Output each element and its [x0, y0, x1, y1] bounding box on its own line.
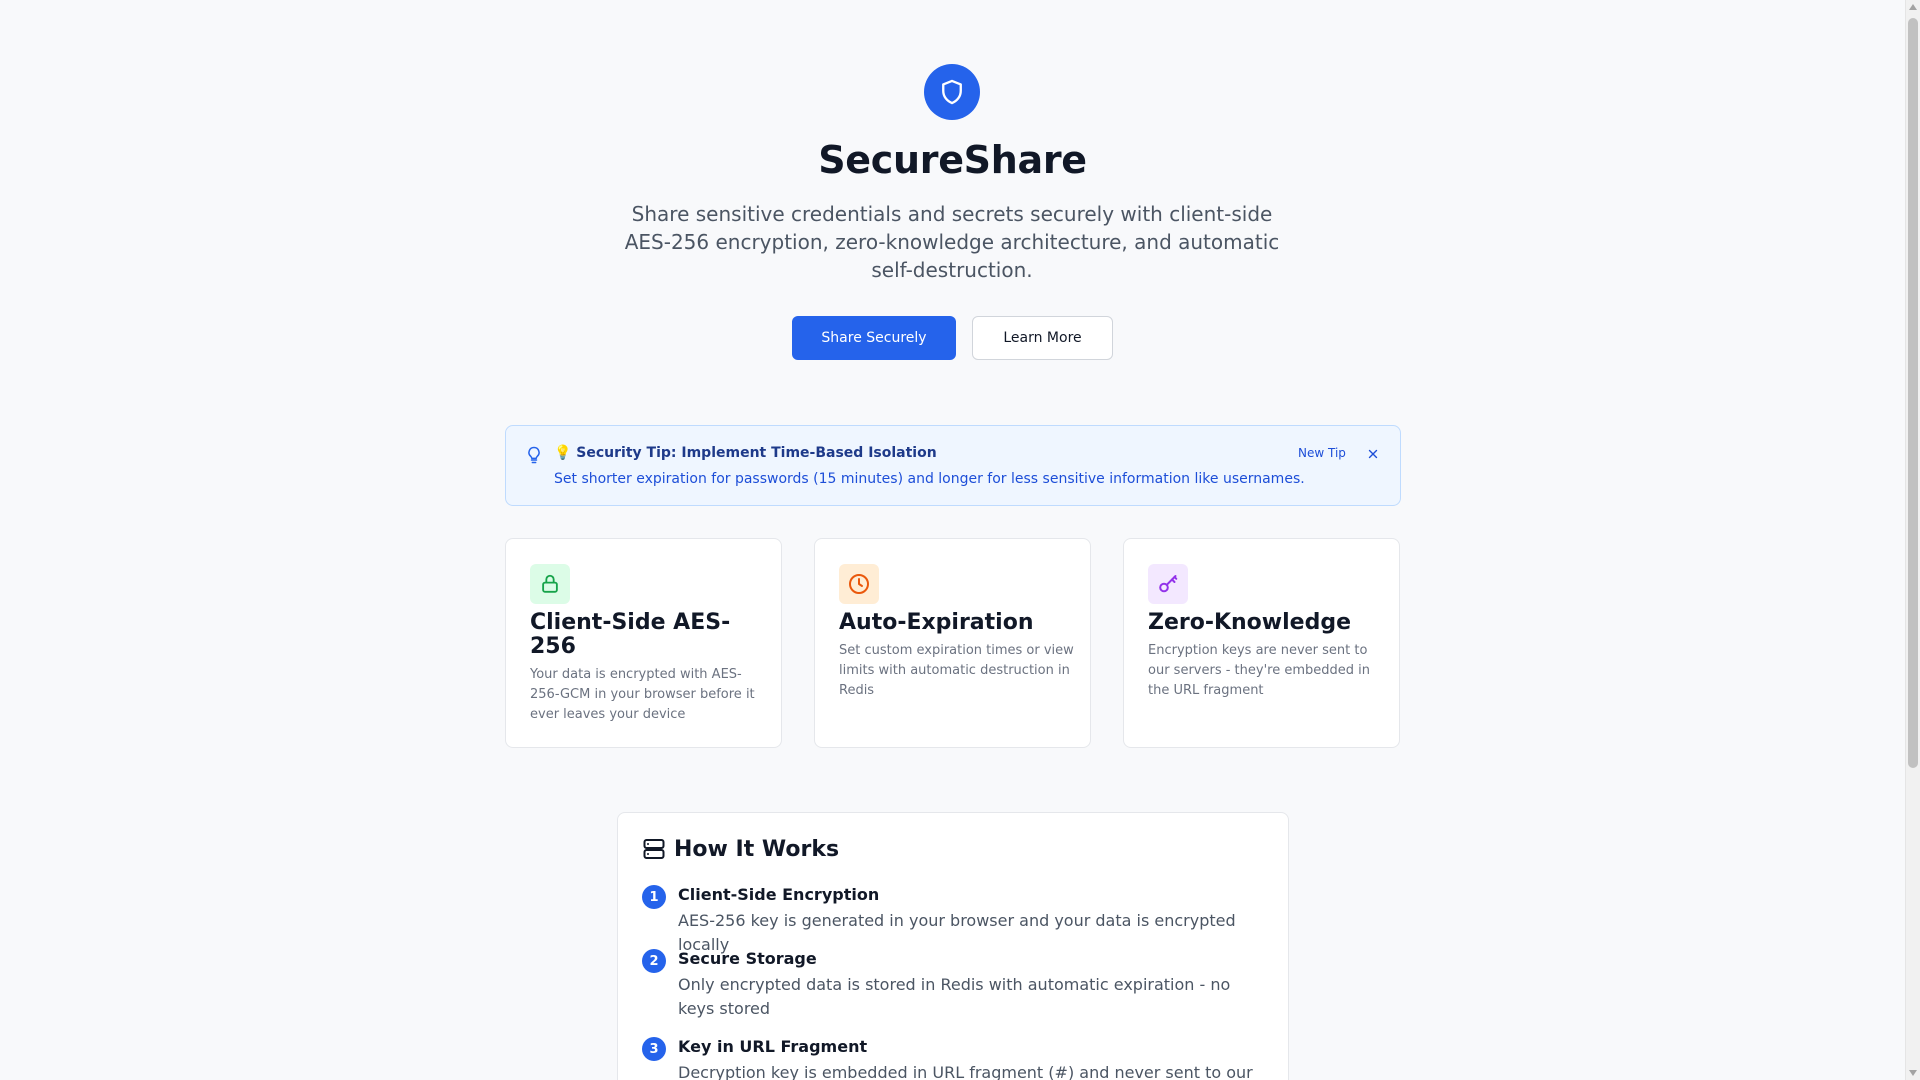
scroll-up-icon[interactable]: [1909, 4, 1917, 10]
shield-icon: [924, 64, 980, 120]
step-description: Only encrypted data is stored in Redis w…: [678, 975, 1231, 1018]
scroll-down-icon[interactable]: [1909, 1070, 1917, 1076]
learn-more-button[interactable]: Learn More: [972, 316, 1113, 360]
step-description: Decryption key is embedded in URL fragme…: [678, 1063, 1253, 1080]
security-tip-banner: 💡 Security Tip: Implement Time-Based Iso…: [505, 425, 1401, 506]
close-icon[interactable]: [1366, 446, 1380, 465]
tip-title: 💡 Security Tip: Implement Time-Based Iso…: [554, 445, 937, 461]
feature-title: Client-Side AES-256: [530, 610, 731, 659]
scrollbar-thumb[interactable]: [1908, 18, 1918, 768]
section-title: How It Works: [674, 837, 840, 862]
hero-subtitle: Share sensitive credentials and secrets …: [624, 202, 1280, 282]
vertical-scrollbar[interactable]: [1905, 0, 1920, 1080]
how-it-works-section: How It Works 1 Client-Side Encryption AE…: [617, 812, 1289, 1080]
feature-title: Auto-Expiration: [839, 610, 1034, 635]
feature-card-zero-knowledge: Zero-Knowledge Encryption keys are never…: [1123, 538, 1400, 748]
step-title: Key in URL Fragment: [678, 1037, 868, 1056]
lock-icon: [530, 564, 570, 604]
feature-description: Your data is encrypted with AES-256-GCM …: [530, 667, 755, 722]
feature-title: Zero-Knowledge: [1148, 610, 1351, 635]
step-title: Secure Storage: [678, 949, 817, 968]
step-number: 3: [642, 1037, 666, 1061]
page: SecureShare Share sensitive credentials …: [0, 0, 1920, 1080]
feature-description: Set custom expiration times or view limi…: [839, 643, 1074, 698]
page-title: SecureShare: [818, 138, 1087, 182]
step-number: 2: [642, 949, 666, 973]
step-number: 1: [642, 885, 666, 909]
feature-description: Encryption keys are never sent to our se…: [1148, 643, 1370, 698]
new-tip-button[interactable]: New Tip: [1298, 446, 1346, 460]
lightbulb-icon: [524, 444, 544, 470]
server-icon: [642, 837, 666, 865]
feature-card-expiration: Auto-Expiration Set custom expiration ti…: [814, 538, 1091, 748]
share-securely-button[interactable]: Share Securely: [792, 316, 956, 360]
clock-icon: [839, 564, 879, 604]
key-icon: [1148, 564, 1188, 604]
feature-card-aes: Client-Side AES-256 Your data is encrypt…: [505, 538, 782, 748]
step-title: Client-Side Encryption: [678, 885, 880, 904]
tip-text: Set shorter expiration for passwords (15…: [554, 471, 1305, 487]
